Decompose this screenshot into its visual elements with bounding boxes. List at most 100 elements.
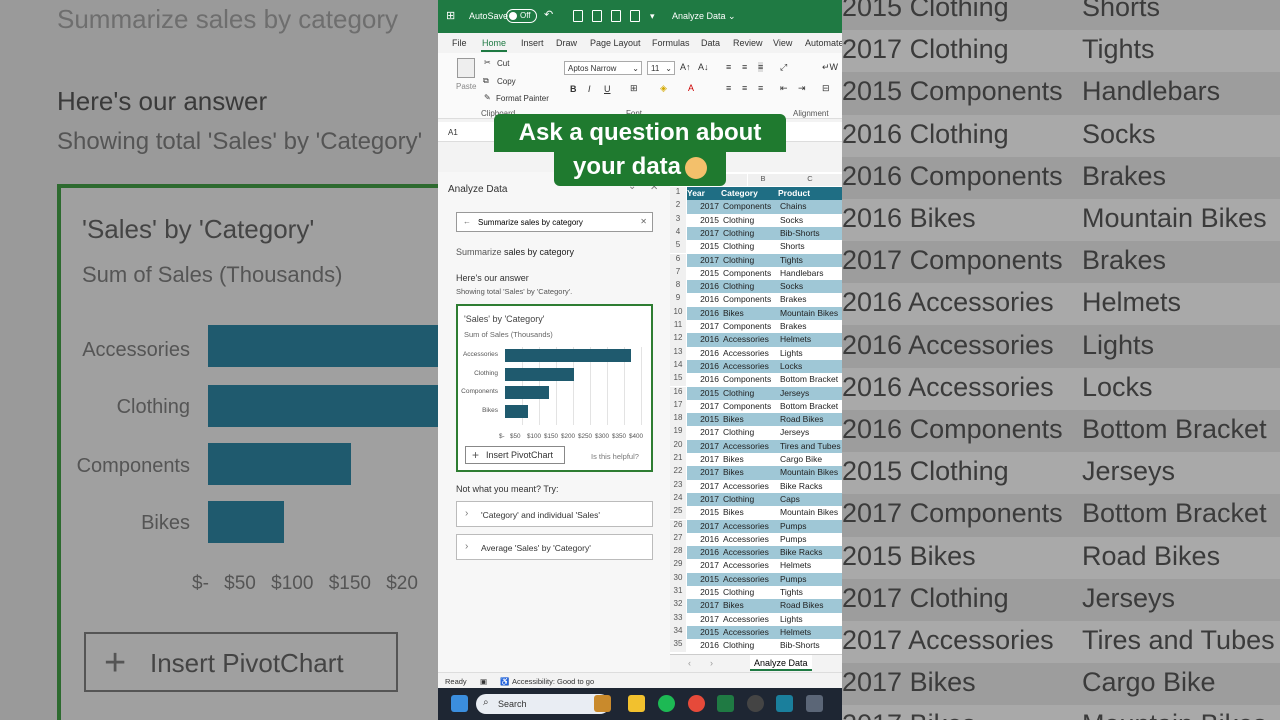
copy-icon[interactable]: ⧉ [483, 76, 489, 86]
row-number[interactable]: 18 [670, 413, 686, 427]
cell-year[interactable]: 2017 [687, 613, 719, 626]
cell-year[interactable]: 2015 [687, 586, 719, 599]
row-number[interactable]: 33 [670, 612, 686, 626]
cell-product[interactable]: Brakes [780, 293, 842, 306]
cell-year[interactable]: 2016 [687, 280, 719, 293]
spotify-icon[interactable] [658, 695, 675, 712]
cell-product[interactable]: Jerseys [780, 426, 842, 439]
row-number[interactable]: 14 [670, 359, 686, 374]
row-number[interactable]: 35 [670, 639, 686, 653]
cell-category[interactable]: Clothing [722, 280, 778, 293]
align-right-icon[interactable]: ≡ [758, 83, 763, 93]
cell-product[interactable]: Caps [780, 493, 842, 506]
insert-pivotchart-button[interactable]: + Insert PivotChart [465, 446, 565, 464]
cell-year[interactable]: 2015 [687, 267, 719, 280]
cell-product[interactable]: Tights [780, 586, 842, 599]
customize-toolbar-icon[interactable]: ▾ [650, 11, 655, 22]
cell-category[interactable]: Components [722, 400, 778, 413]
cell-product[interactable]: Road Bikes [780, 413, 842, 426]
cell-category[interactable]: Accessories [722, 613, 778, 626]
row-number[interactable]: 27 [670, 532, 686, 547]
cell-category[interactable]: Clothing [722, 493, 778, 506]
cell-product[interactable]: Tires and Tubes [780, 440, 842, 453]
tab-review[interactable]: Review [733, 38, 763, 48]
column-header-c[interactable]: C [778, 174, 842, 186]
row-number[interactable]: 24 [670, 492, 686, 507]
cell-product[interactable]: Bike Racks [780, 546, 842, 559]
cell-year[interactable]: 2016 [687, 307, 719, 320]
cell-product[interactable]: Lights [780, 613, 842, 626]
row-number[interactable]: 34 [670, 625, 686, 640]
cell-category[interactable]: Bikes [722, 413, 778, 426]
underline-button[interactable]: U [604, 84, 611, 94]
cell-product[interactable]: Bike Racks [780, 480, 842, 493]
cell-year[interactable]: 2017 [687, 400, 719, 413]
cell-product[interactable]: Mountain Bikes [780, 506, 842, 519]
row-number[interactable]: 5 [670, 240, 686, 254]
briefcase-icon[interactable] [594, 695, 611, 712]
row-number[interactable]: 20 [670, 439, 686, 453]
cell-year[interactable]: 2017 [687, 254, 719, 267]
autosave-toggle[interactable]: Off [506, 9, 537, 23]
cell-product[interactable]: Pumps [780, 520, 842, 533]
cell-year[interactable]: 2016 [687, 360, 719, 373]
prev-sheet-icon[interactable]: ‹ [688, 658, 691, 668]
tab-automate[interactable]: Automate [805, 38, 842, 48]
cell-category[interactable]: Accessories [722, 559, 778, 572]
cell-category[interactable]: Bikes [722, 466, 778, 479]
cell-category[interactable]: Accessories [722, 480, 778, 493]
cell-category[interactable]: Accessories [722, 333, 778, 346]
cell-category[interactable]: Clothing [722, 387, 778, 400]
cell-product[interactable]: Lights [780, 347, 842, 360]
back-arrow-icon[interactable]: ← [463, 217, 471, 226]
cell-category[interactable]: Accessories [722, 347, 778, 360]
increase-indent-icon[interactable]: ⇥ [798, 83, 806, 94]
cell-year[interactable]: 2017 [687, 520, 719, 533]
table-header-category[interactable]: Category [721, 187, 778, 201]
align-left-icon[interactable]: ≡ [726, 83, 731, 93]
calculator-icon[interactable] [806, 695, 823, 712]
row-number[interactable]: 29 [670, 559, 686, 573]
suggestion-item[interactable]: › Average 'Sales' by 'Category' [456, 534, 653, 560]
cell-year[interactable]: 2016 [687, 533, 719, 546]
copy-button[interactable]: Copy [497, 77, 516, 86]
suggestion-text[interactable]: Summarize sales by category [456, 247, 574, 257]
orientation-icon[interactable]: ⤢ [780, 62, 787, 73]
grow-font-icon[interactable]: A↑ [680, 62, 691, 72]
cell-category[interactable]: Clothing [722, 240, 778, 253]
row-number[interactable]: 16 [670, 386, 686, 400]
cell-product[interactable]: Pumps [780, 533, 842, 546]
font-color-icon[interactable]: A [688, 83, 694, 93]
cell-category[interactable]: Components [722, 293, 778, 306]
name-box[interactable]: A1 [448, 128, 458, 137]
row-number[interactable]: 1 [670, 187, 686, 201]
cell-category[interactable]: Components [722, 267, 778, 280]
row-number[interactable]: 17 [670, 399, 686, 414]
form-icon[interactable] [592, 10, 602, 22]
tab-file[interactable]: File [452, 38, 467, 48]
cell-product[interactable]: Bib-Shorts [780, 639, 842, 652]
settings-icon[interactable] [747, 695, 764, 712]
cell-category[interactable]: Accessories [722, 626, 778, 639]
cell-category[interactable]: Accessories [722, 360, 778, 373]
cell-year[interactable]: 2017 [687, 320, 719, 333]
row-number[interactable]: 3 [670, 213, 686, 227]
helpful-link[interactable]: Is this helpful? [591, 452, 639, 461]
cell-product[interactable]: Shorts [780, 240, 842, 253]
tab-page-layout[interactable]: Page Layout [590, 38, 641, 48]
row-number[interactable]: 31 [670, 586, 686, 600]
cut-icon[interactable]: ✂ [484, 58, 491, 67]
borders-icon[interactable]: ⊞ [630, 83, 638, 94]
format-painter-icon[interactable]: ✎ [484, 93, 491, 102]
bold-button[interactable]: B [570, 84, 577, 94]
cell-year[interactable]: 2015 [687, 214, 719, 227]
cell-year[interactable]: 2016 [687, 347, 719, 360]
cell-category[interactable]: Components [722, 373, 778, 386]
align-middle-icon[interactable]: ≡ [742, 62, 747, 72]
paste-icon[interactable] [457, 58, 475, 78]
cell-year[interactable]: 2015 [687, 240, 719, 253]
tab-formulas[interactable]: Formulas [652, 38, 690, 48]
cell-category[interactable]: Clothing [722, 586, 778, 599]
windows-start-icon[interactable] [451, 695, 468, 712]
excel-taskbar-icon[interactable] [717, 695, 734, 712]
